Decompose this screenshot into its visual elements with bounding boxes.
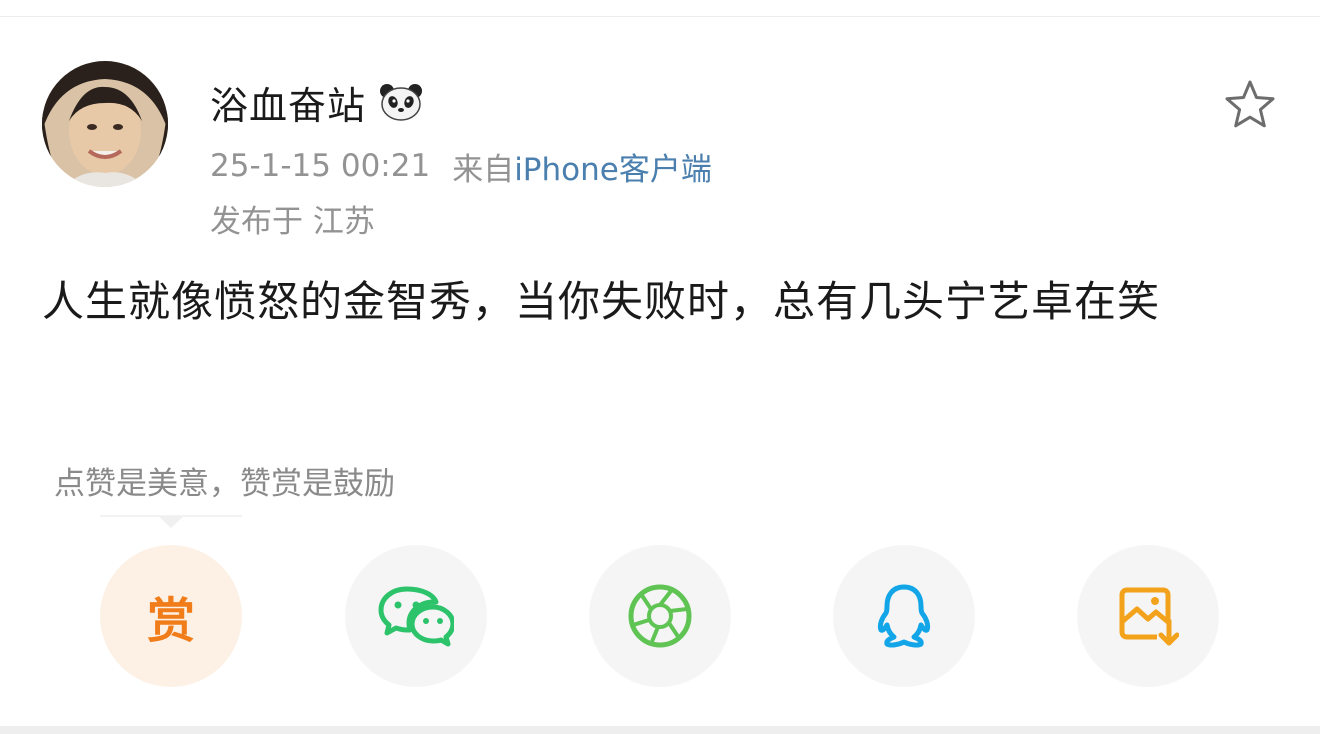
post-location: 发布于 江苏 [210, 204, 375, 240]
save-image-icon [1119, 587, 1179, 646]
author-name[interactable]: 浴血奋站 [210, 75, 366, 130]
post-detail: 浴血奋站 25-1-15 00:21 来自 iPhone客户端 发布于 江苏 人… [0, 0, 1320, 734]
post-meta: 25-1-15 00:21 来自 iPhone客户端 [210, 144, 712, 188]
top-divider [0, 0, 1320, 17]
reward-icon: 赏 [146, 593, 195, 649]
share-qq-button[interactable] [833, 545, 975, 687]
save-image-button[interactable] [1077, 545, 1219, 687]
post-body: 人生就像愤怒的金智秀，当你失败时，总有几头宁艺卓在笑 [42, 277, 1161, 326]
share-moments-button[interactable] [589, 545, 731, 687]
wechat-icon [378, 586, 454, 647]
wechat-moments-icon [628, 584, 692, 648]
source-client-link[interactable]: iPhone客户端 [514, 144, 712, 189]
reward-tip: 点赞是美意，赞赏是鼓励 [54, 466, 395, 502]
post-timestamp: 25-1-15 00:21 [210, 148, 431, 184]
bottom-divider [0, 726, 1320, 734]
source-prefix: 来自 [452, 151, 515, 188]
qq-icon [877, 584, 931, 648]
favorite-button[interactable] [1224, 79, 1276, 129]
panda-icon [378, 82, 424, 122]
share-wechat-button[interactable] [345, 545, 487, 687]
reward-button[interactable]: 赏 [100, 545, 242, 687]
author-row: 浴血奋站 [210, 75, 424, 130]
star-icon [1225, 80, 1275, 128]
tip-pointer [100, 515, 242, 528]
author-avatar[interactable] [42, 61, 168, 187]
